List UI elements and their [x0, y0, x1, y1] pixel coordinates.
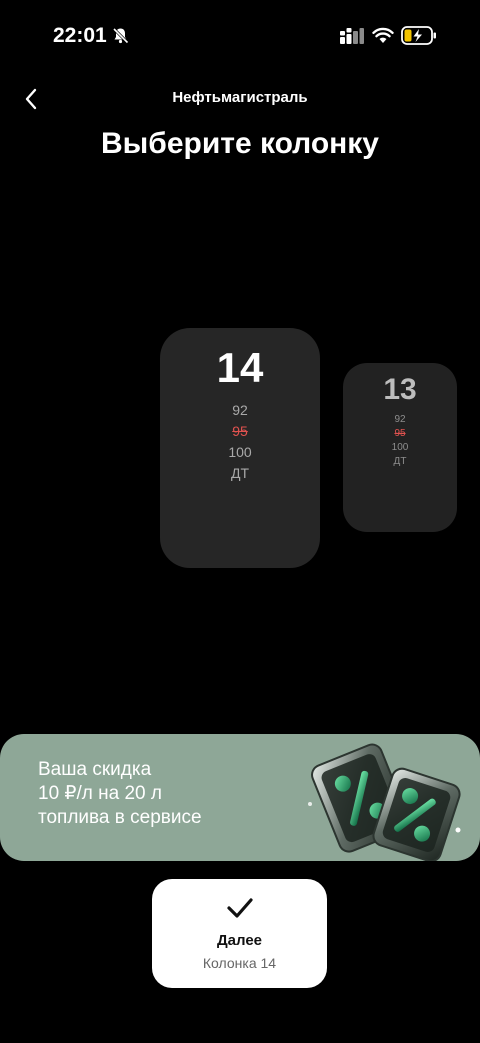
check-icon: [227, 898, 253, 918]
page-title: Выберите колонку: [101, 127, 379, 160]
bell-off-icon: [112, 27, 129, 44]
fuel-dt: ДТ: [230, 465, 250, 481]
fuel-92: 92: [394, 414, 406, 425]
signal-icon: [340, 28, 364, 44]
promo-line-3: топлива в сервисе: [38, 807, 202, 828]
fuel-92: 92: [232, 402, 248, 418]
battery-charging-icon: [401, 26, 436, 45]
promo-text: Ваша скидка 10 ₽/л на 20 л топлива в сер…: [38, 758, 202, 830]
fuel-100: 100: [228, 444, 252, 460]
next-button[interactable]: Далее Колонка 14: [152, 879, 327, 988]
fuel-95-unavailable: 95: [394, 428, 406, 439]
wifi-icon: [372, 27, 394, 43]
promo-line-1: Ваша скидка: [38, 759, 152, 780]
status-time: 22:01: [53, 24, 107, 47]
promo-banner[interactable]: Ваша скидка 10 ₽/л на 20 л топлива в сер…: [0, 734, 480, 861]
pump-number: 13: [383, 373, 417, 406]
pump-card-13[interactable]: 13 92 95 100 ДТ: [343, 363, 457, 532]
fuel-95-unavailable: 95: [232, 423, 248, 439]
header-title: Нефтьмагистраль: [172, 89, 308, 106]
discount-coupons-icon: [308, 743, 461, 861]
fuel-100: 100: [391, 442, 409, 453]
next-button-sublabel: Колонка 14: [202, 955, 277, 971]
next-button-label: Далее: [216, 932, 263, 949]
promo-line-2: 10 ₽/л на 20 л: [38, 783, 162, 804]
status-bar: 22:01: [0, 0, 480, 70]
pump-card-14[interactable]: 14 92 95 100 ДТ: [160, 328, 320, 568]
pump-number: 14: [216, 344, 264, 391]
fuel-dt: ДТ: [393, 456, 407, 467]
